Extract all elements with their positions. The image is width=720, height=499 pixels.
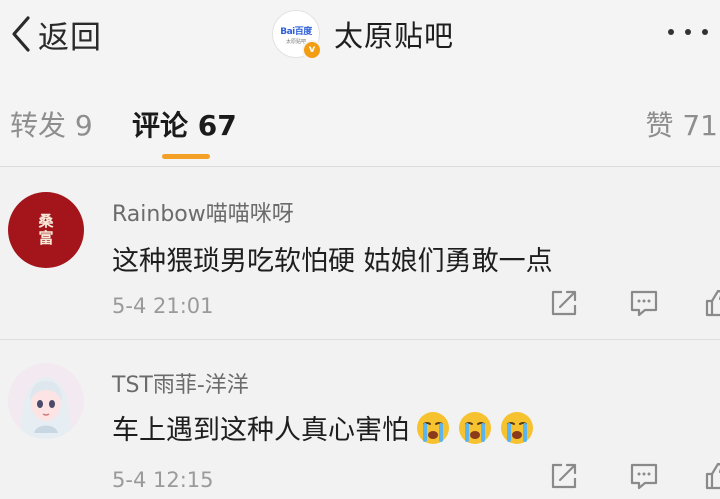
back-label: 返回 [38,19,102,56]
avatar-seal-text: 桑富 [38,212,54,247]
comment-actions [520,287,720,323]
crying-emoji-icon [501,411,533,444]
crying-emoji-icon [417,411,449,444]
comment-item: 桑富 Rainbow喵喵咪呀 这种猥琐男吃软怕硬 姑娘们勇敢一点 5-4 21:… [0,167,720,340]
active-tab-indicator [162,154,210,159]
comment-body: 这种猥琐男吃软怕硬 姑娘们勇敢一点 [112,246,553,277]
like-icon[interactable] [704,460,720,492]
dot-icon [668,29,674,35]
user-avatar[interactable] [8,363,84,439]
crying-emoji-icon [459,411,491,444]
account-avatar[interactable]: Bai百度 太原贴吧 v [272,10,322,60]
comment-body: 车上遇到这种人真心害怕 [112,415,409,446]
user-avatar[interactable]: 桑富 [8,192,84,268]
back-button[interactable]: 返回 [6,10,102,58]
reply-icon[interactable] [628,460,660,492]
comment-text: 车上遇到这种人真心害怕 [112,408,535,447]
top-nav-bar: 返回 Bai百度 太原贴吧 v 太原贴吧 [0,0,720,78]
share-icon[interactable] [548,460,580,492]
account-name[interactable]: 太原贴吧 [334,13,454,55]
anime-girl-avatar-icon [8,363,84,439]
comment-timestamp: 5-4 21:01 [112,294,214,318]
dot-icon [702,29,708,35]
share-icon[interactable] [548,287,580,319]
chevron-left-icon [12,16,30,52]
verified-badge-icon: v [302,40,322,60]
tab-repost[interactable]: 转发 9 [10,104,93,144]
comment-username[interactable]: Rainbow喵喵咪呀 [112,196,294,228]
baidu-logo-text: Bai百度 [280,26,312,37]
comment-timestamp: 5-4 12:15 [112,468,214,492]
account-header[interactable]: Bai百度 太原贴吧 v 太原贴吧 [272,10,454,60]
reply-icon[interactable] [628,287,660,319]
dot-icon [685,29,691,35]
like-icon[interactable] [704,287,720,319]
more-options-button[interactable] [668,22,708,42]
comment-username[interactable]: TST雨菲-洋洋 [112,367,249,399]
tab-likes[interactable]: 赞 71 [645,104,718,144]
comment-text: 这种猥琐男吃软怕硬 姑娘们勇敢一点 [112,239,553,278]
comment-item: TST雨菲-洋洋 车上遇到这种人真心害怕 5-4 12:15 [0,340,720,499]
tab-bar: 转发 9 评论 67 赞 71 [0,78,720,167]
tab-comments[interactable]: 评论 67 [132,104,237,144]
comment-actions [520,460,720,496]
